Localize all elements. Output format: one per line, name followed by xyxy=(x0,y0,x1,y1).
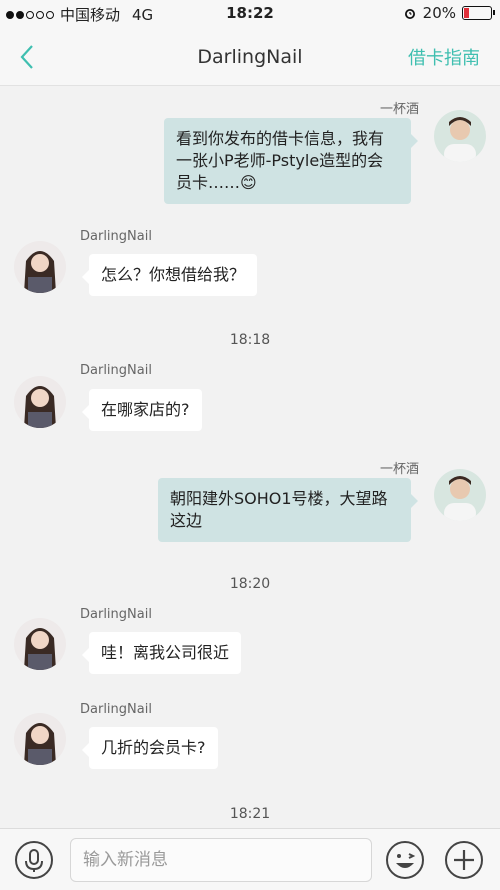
message-input[interactable] xyxy=(70,838,372,882)
sender-name: 一杯酒 xyxy=(380,462,420,477)
chat-area: 一杯酒 看到你发布的借卡信息，我有 一张小P老师-Pstyle造型的会 员卡……… xyxy=(0,86,500,828)
message-text: 怎么？你想借给我？ xyxy=(101,265,246,284)
chat-bubble: 怎么？你想借给我？ xyxy=(81,254,258,296)
user-avatar-icon xyxy=(14,241,66,293)
timestamp: 18:21 xyxy=(229,806,271,822)
plus-icon[interactable] xyxy=(444,840,484,880)
chat-bubble: 在哪家店的? xyxy=(82,389,202,431)
message-line: 看到你发布的借卡信息，我有 xyxy=(176,129,385,148)
avatar[interactable] xyxy=(434,469,486,521)
message-input-bar xyxy=(0,828,500,890)
chat-bubble: 朝阳建外SOHO1号楼，大望路 这边 xyxy=(158,478,418,542)
card-guide-button[interactable]: 借卡指南 xyxy=(408,44,480,70)
sender-name: 一杯酒 xyxy=(380,102,420,117)
alarm-clock-icon xyxy=(404,9,415,19)
message-line: 这边 xyxy=(170,511,203,530)
chat-bubble: 看到你发布的借卡信息，我有 一张小P老师-Pstyle造型的会 员卡……😊 xyxy=(164,118,418,204)
avatar[interactable] xyxy=(14,376,66,428)
status-bar: 中国移动 4G 18:22 20% xyxy=(0,0,500,28)
emoji-icon[interactable] xyxy=(385,840,425,880)
timestamp: 18:18 xyxy=(229,332,271,348)
avatar[interactable] xyxy=(14,713,66,765)
sender-name: DarlingNail xyxy=(80,229,152,244)
message-text: 哇！离我公司很近 xyxy=(101,643,230,662)
sender-name: DarlingNail xyxy=(80,702,152,717)
user-avatar-icon xyxy=(434,469,486,521)
chat-bubble: 几折的会员卡? xyxy=(82,727,218,769)
message-line: 朝阳建外SOHO1号楼，大望路 xyxy=(170,489,388,508)
user-avatar-icon xyxy=(14,713,66,765)
timestamp: 18:20 xyxy=(229,576,271,592)
user-avatar-icon xyxy=(14,618,66,670)
battery-percent: 20% xyxy=(422,4,456,22)
smile-emoji-icon: 😊 xyxy=(240,173,257,192)
avatar[interactable] xyxy=(434,110,486,162)
user-avatar-icon xyxy=(434,110,486,162)
message-line: 员卡……😊 xyxy=(176,173,257,192)
message-text: 在哪家店的? xyxy=(101,400,190,419)
avatar[interactable] xyxy=(14,241,66,293)
navigation-bar: DarlingNail 借卡指南 xyxy=(0,28,500,86)
chat-bubble: 哇！离我公司很近 xyxy=(81,632,242,674)
message-text: 几折的会员卡? xyxy=(101,738,206,757)
avatar[interactable] xyxy=(14,618,66,670)
status-right: 20% xyxy=(403,4,495,22)
microphone-icon[interactable] xyxy=(14,840,54,880)
message-line: 一张小P老师-Pstyle造型的会 xyxy=(176,151,384,170)
sender-name: DarlingNail xyxy=(80,363,152,378)
battery-icon xyxy=(462,6,495,20)
user-avatar-icon xyxy=(14,376,66,428)
sender-name: DarlingNail xyxy=(80,607,152,622)
